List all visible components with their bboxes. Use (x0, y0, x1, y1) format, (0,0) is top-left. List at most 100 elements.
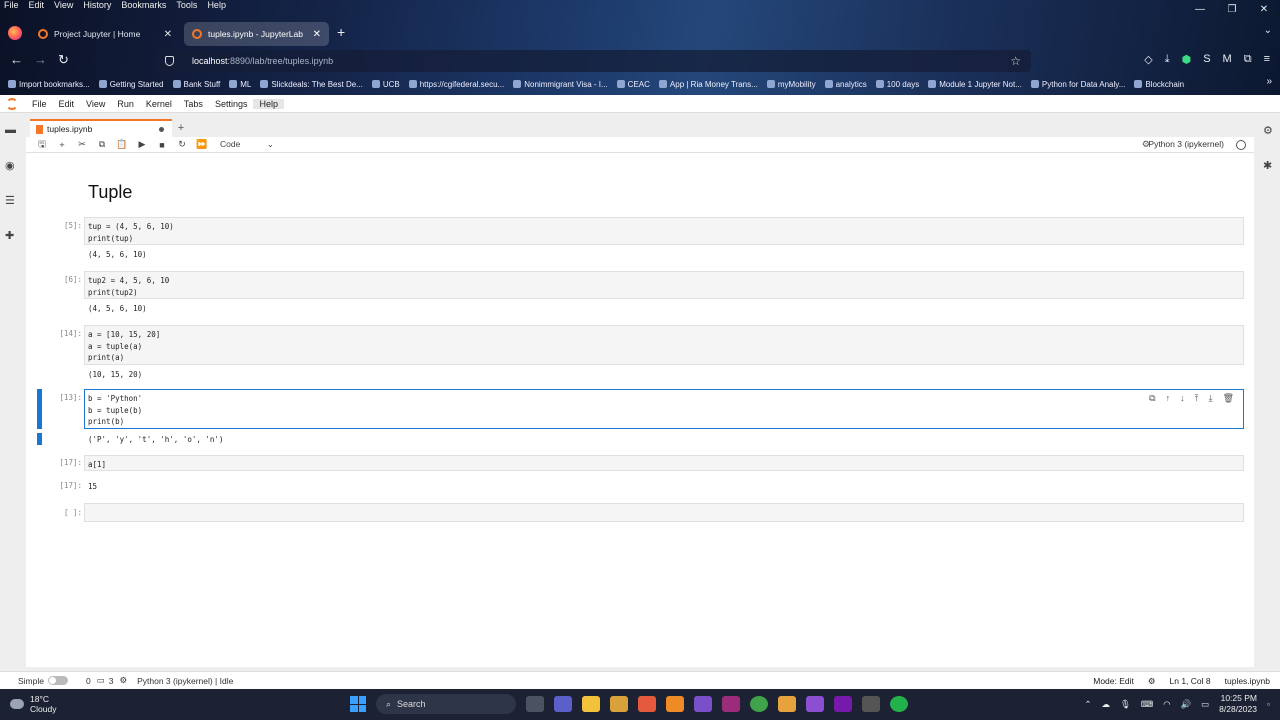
jp-menu-tabs[interactable]: Tabs (178, 99, 209, 109)
interrupt-icon[interactable]: ■ (152, 140, 172, 150)
menu-tools[interactable]: Tools (176, 0, 197, 14)
onedrive-icon[interactable]: ☁ (1102, 699, 1111, 710)
delete-cell-icon[interactable]: 🗑 (1223, 393, 1234, 404)
pocket-icon[interactable]: ◇ (1144, 53, 1152, 66)
property-inspector-icon[interactable]: ⚙ (1263, 124, 1273, 137)
move-down-icon[interactable]: ↓ (1180, 393, 1185, 404)
cell-type-dropdown[interactable]: Code ⌄ (220, 139, 274, 150)
task-view-icon[interactable] (526, 696, 544, 712)
jp-menu-run[interactable]: Run (111, 99, 140, 109)
jp-menu-view[interactable]: View (80, 99, 111, 109)
new-launcher-icon[interactable]: + (172, 119, 190, 137)
notebook-tab[interactable]: tuples.ipynb (30, 119, 172, 137)
code-editor[interactable]: a[1] (84, 455, 1244, 471)
bookmark-item[interactable]: Bank Stuff (172, 80, 220, 89)
reload-icon[interactable]: ↻ (58, 52, 69, 68)
close-tab-icon[interactable]: ✕ (164, 29, 172, 40)
cursor-position[interactable]: Ln 1, Col 8 (1170, 676, 1211, 687)
bookmark-item[interactable]: Import bookmarks... (8, 80, 90, 89)
app-icon[interactable] (806, 696, 824, 712)
code-editor[interactable]: tup2 = 4, 5, 6, 10 print(tup2) (84, 271, 1244, 299)
keyboard-icon[interactable]: ⌨ (1141, 699, 1153, 710)
bookmark-item[interactable]: analytics (824, 80, 867, 89)
bookmark-item[interactable]: Python for Data Analy... (1030, 80, 1125, 89)
taskbar-search[interactable]: ⌕ Search (376, 694, 516, 714)
bookmark-item[interactable]: 100 days (875, 80, 919, 89)
notifications-icon[interactable]: ▫ (1267, 699, 1270, 709)
store-icon[interactable] (610, 696, 628, 712)
menu-history[interactable]: History (83, 0, 111, 14)
paste-icon[interactable]: 📋 (112, 139, 132, 150)
volume-icon[interactable]: 🔊 (1181, 699, 1192, 710)
extensions-icon[interactable]: ⧉ (1244, 53, 1252, 66)
menu-view[interactable]: View (54, 0, 73, 14)
chrome-icon[interactable] (750, 696, 768, 712)
menu-bookmarks[interactable]: Bookmarks (121, 0, 166, 14)
chevron-up-icon[interactable]: ⌃ (1084, 699, 1091, 710)
run-icon[interactable]: ▶ (132, 139, 152, 150)
extension-s-icon[interactable]: S (1203, 53, 1210, 66)
kernel-name-button[interactable]: Python 3 (ipykernel) (1148, 139, 1224, 149)
jp-menu-edit[interactable]: Edit (53, 99, 81, 109)
extension-manager-icon[interactable]: ✚ (5, 229, 17, 242)
running-kernels-icon[interactable]: ◉ (5, 159, 17, 172)
file-browser-icon[interactable]: ▬ (5, 124, 17, 136)
battery-icon[interactable]: ▭ (1201, 699, 1209, 710)
code-editor[interactable]: b = 'Python' b = tuple(b) print(b) (84, 389, 1244, 429)
bookmark-item[interactable]: CEAC (616, 80, 650, 89)
back-icon[interactable]: ← (10, 52, 23, 67)
start-button[interactable] (350, 696, 366, 712)
list-tabs-icon[interactable]: ⌄ (1264, 25, 1272, 36)
jp-menu-help[interactable]: Help (253, 98, 284, 109)
close-window-icon[interactable]: ✕ (1248, 0, 1280, 18)
table-of-contents-icon[interactable]: ☰ (5, 194, 17, 207)
close-tab-icon[interactable]: ✕ (313, 29, 321, 40)
bookmark-item[interactable]: UCB (371, 80, 400, 89)
clock[interactable]: 10:25 PM 8/28/2023 (1219, 693, 1257, 715)
bookmark-item[interactable]: Getting Started (98, 80, 164, 89)
insert-above-icon[interactable]: ⤒ (1195, 393, 1199, 404)
firefox-view-icon[interactable] (8, 26, 22, 40)
bookmark-item[interactable]: https://cgifederal.secu... (408, 80, 504, 89)
bookmark-item[interactable]: myMobility (766, 80, 816, 89)
forward-icon[interactable]: → (34, 52, 47, 67)
move-up-icon[interactable]: ↑ (1166, 393, 1171, 404)
tracking-shield-icon[interactable] (165, 56, 174, 66)
restart-icon[interactable]: ↻ (172, 139, 192, 150)
url-bar[interactable]: localhost :8890/lab/tree/tuples.ipynb ☆ (155, 50, 1031, 72)
app-icon[interactable] (666, 696, 684, 712)
app-icon[interactable] (722, 696, 740, 712)
settings-icon[interactable]: ⚙ (1148, 676, 1156, 687)
app-icon[interactable] (778, 696, 796, 712)
app-icon[interactable] (694, 696, 712, 712)
extension-shield-icon[interactable]: ⬢ (1182, 53, 1192, 66)
app-icon[interactable] (890, 696, 908, 712)
code-editor[interactable]: a = [10, 15, 20] a = tuple(a) print(a) (84, 325, 1244, 365)
restore-icon[interactable]: ❐ (1216, 0, 1248, 18)
file-explorer-icon[interactable] (582, 696, 600, 712)
cut-icon[interactable]: ✂ (72, 139, 92, 150)
teams-icon[interactable] (554, 696, 572, 712)
menu-edit[interactable]: Edit (29, 0, 45, 14)
bookmark-star-icon[interactable]: ☆ (1010, 54, 1021, 68)
bookmark-item[interactable]: Module 1 Jupyter Not... (928, 80, 1022, 89)
unsaved-dot-icon[interactable] (159, 127, 164, 132)
app-menu-icon[interactable]: ≡ (1264, 53, 1270, 66)
new-tab-icon[interactable]: + (337, 24, 345, 40)
minimize-icon[interactable]: — (1184, 0, 1216, 18)
jp-menu-settings[interactable]: Settings (209, 99, 254, 109)
kernel-status-text[interactable]: Python 3 (ipykernel) | Idle (137, 676, 233, 686)
simple-mode-toggle[interactable] (47, 676, 68, 685)
bookmarks-overflow-icon[interactable]: » (1266, 76, 1272, 87)
app-icon[interactable] (862, 696, 880, 712)
extension-m-icon[interactable]: M (1223, 53, 1232, 66)
insert-cell-icon[interactable]: + (52, 140, 72, 150)
downloads-icon[interactable]: ⤓ (1165, 53, 1170, 66)
bookmark-item[interactable]: Nonimmigrant Visa - I... (513, 80, 608, 89)
jp-menu-file[interactable]: File (26, 99, 53, 109)
bookmark-item[interactable]: App | Ria Money Trans... (658, 80, 758, 89)
copy-icon[interactable]: ⧉ (92, 139, 112, 150)
menu-help[interactable]: Help (207, 0, 226, 14)
microphone-icon[interactable]: 🎙 (1120, 699, 1131, 710)
kernels-count[interactable]: 3 (109, 676, 114, 686)
